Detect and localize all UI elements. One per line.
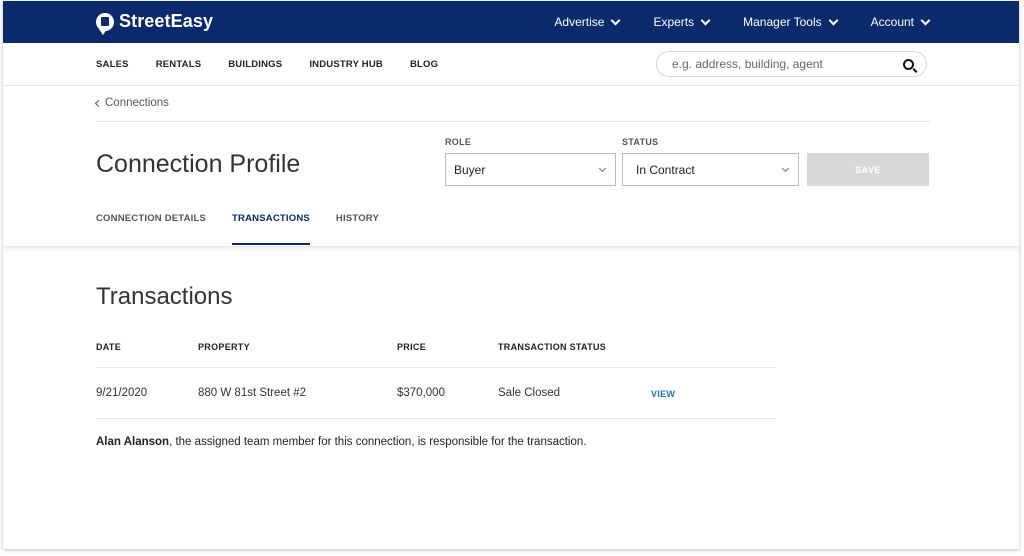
- assigned-member-name: Alan Alanson: [96, 436, 170, 448]
- role-select[interactable]: Buyer: [445, 153, 616, 186]
- nav-link-rentals[interactable]: RENTALS: [156, 59, 202, 70]
- status-value: In Contract: [636, 162, 695, 177]
- row-divider: [96, 418, 776, 419]
- responsibility-note: Alan Alanson, the assigned team member f…: [96, 436, 586, 448]
- tab-connection-details[interactable]: CONNECTION DETAILS: [96, 213, 206, 243]
- chevron-down-icon: [700, 15, 711, 25]
- role-value: Buyer: [454, 162, 486, 177]
- nav-link-sales[interactable]: SALES: [96, 59, 129, 70]
- page-title: Connection Profile: [96, 150, 301, 178]
- menu-experts[interactable]: Experts: [653, 15, 711, 29]
- nav-link-blog[interactable]: BLOG: [410, 59, 438, 70]
- chevron-down-icon: [828, 15, 839, 25]
- streeteasy-logo-icon: [96, 12, 114, 35]
- chevron-down-icon: [781, 164, 790, 173]
- col-header-price: PRICE: [397, 342, 427, 352]
- brand-name: StreetEasy: [119, 11, 214, 31]
- section-links: SALES RENTALS BUILDINGS INDUSTRY HUB BLO…: [96, 43, 465, 85]
- row-divider: [96, 367, 776, 368]
- chevron-down-icon: [611, 15, 621, 25]
- menu-manager-tools[interactable]: Manager Tools: [743, 15, 839, 29]
- divider: [96, 121, 930, 122]
- role-label: ROLE: [445, 137, 472, 147]
- menu-account[interactable]: Account: [871, 15, 931, 29]
- search-icon[interactable]: [903, 59, 914, 70]
- breadcrumb-label: Connections: [105, 97, 169, 109]
- transactions-title: Transactions: [96, 283, 233, 310]
- search-box[interactable]: [656, 51, 927, 77]
- row-property: 880 W 81st Street #2: [198, 387, 307, 399]
- chevron-down-icon: [920, 15, 931, 25]
- search-input[interactable]: [670, 56, 894, 72]
- top-nav-bar: StreetEasy Advertise Experts Manager Too…: [3, 1, 1019, 43]
- row-status: Sale Closed: [498, 387, 561, 399]
- responsibility-text: , the assigned team member for this conn…: [169, 436, 587, 448]
- app-window: StreetEasy Advertise Experts Manager Too…: [3, 1, 1019, 549]
- nav-link-buildings[interactable]: BUILDINGS: [228, 59, 282, 70]
- col-header-date: DATE: [96, 342, 122, 352]
- row-date: 9/21/2020: [96, 387, 148, 399]
- brand-logo[interactable]: StreetEasy: [96, 11, 214, 35]
- save-button[interactable]: SAVE: [807, 153, 929, 186]
- chevron-left-icon: [94, 99, 103, 107]
- breadcrumb[interactable]: Connections: [94, 97, 169, 109]
- profile-tabs: CONNECTION DETAILS TRANSACTIONS HISTORY: [96, 213, 405, 245]
- nav-link-industry-hub[interactable]: INDUSTRY HUB: [309, 59, 383, 70]
- view-transaction-link[interactable]: VIEW: [651, 389, 675, 399]
- tab-history[interactable]: HISTORY: [336, 213, 379, 243]
- chevron-down-icon: [598, 164, 607, 173]
- top-menu: Advertise Experts Manager Tools Account: [520, 1, 931, 43]
- col-header-property: PROPERTY: [198, 342, 250, 352]
- col-header-status: TRANSACTION STATUS: [498, 342, 607, 352]
- tab-transactions[interactable]: TRANSACTIONS: [232, 213, 310, 245]
- section-shadow: [3, 246, 1019, 252]
- menu-advertise[interactable]: Advertise: [554, 15, 621, 29]
- status-label: STATUS: [622, 137, 659, 147]
- secondary-nav: SALES RENTALS BUILDINGS INDUSTRY HUB BLO…: [3, 43, 1019, 86]
- status-select[interactable]: In Contract: [622, 153, 799, 186]
- row-price: $370,000: [397, 387, 445, 399]
